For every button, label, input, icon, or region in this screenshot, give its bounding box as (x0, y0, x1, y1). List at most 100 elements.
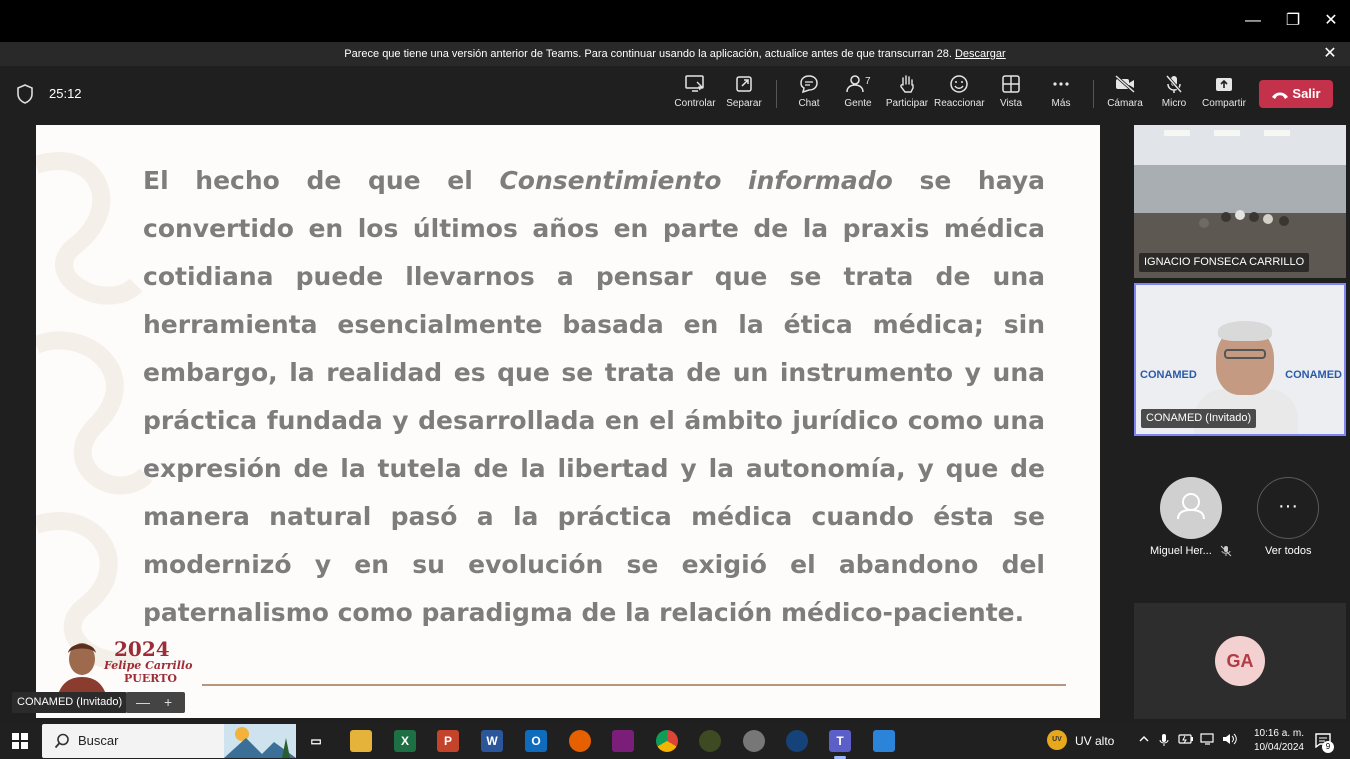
update-notice-bar: Parece que tiene una versión anterior de… (0, 42, 1350, 66)
clock-date: 10/04/2024 (1253, 742, 1304, 753)
camera-button[interactable]: Cámara (1104, 74, 1146, 118)
shield-icon[interactable] (16, 84, 34, 104)
teams-button[interactable]: T (829, 730, 851, 759)
mic-label: Micro (1161, 98, 1187, 109)
muted-mic-icon (1220, 545, 1232, 557)
conamed-logo-left: CONAMED (1140, 369, 1197, 381)
mic-button[interactable]: Micro (1156, 74, 1192, 118)
logo-name: Felipe Carrillo (104, 659, 193, 672)
chat-button[interactable]: Chat (790, 74, 828, 118)
download-link[interactable]: Descargar (955, 48, 1006, 60)
participant-tile-ga[interactable]: GA (1134, 603, 1346, 719)
close-notice-icon[interactable]: ✕ (1320, 42, 1340, 66)
misc-app-button[interactable] (612, 730, 634, 752)
conamed-logo-right: CONAMED (1285, 369, 1342, 381)
battery-icon[interactable] (1178, 733, 1194, 745)
slide-text-italic: Consentimiento informado (499, 166, 893, 195)
weather-text[interactable]: UV alto (1075, 734, 1114, 748)
camera-label: Cámara (1107, 98, 1143, 109)
windows-start-icon[interactable] (12, 733, 28, 749)
more-label: Más (1051, 98, 1071, 109)
clock-time: 10:16 a. m. (1253, 728, 1304, 739)
webex-button[interactable] (786, 730, 808, 752)
control-screen-icon (685, 75, 704, 92)
people-button[interactable]: 7 Gente (838, 74, 878, 118)
logo-surname: PUERTO (124, 672, 177, 685)
firefox-button[interactable] (569, 730, 591, 752)
react-button[interactable]: Reaccionar (934, 74, 985, 118)
zoom-in-button[interactable]: + (164, 692, 172, 712)
mic-off-icon (1165, 75, 1183, 93)
chevron-up-icon[interactable] (1138, 733, 1150, 745)
network-icon[interactable] (1200, 733, 1216, 745)
file-explorer-button[interactable] (350, 730, 372, 752)
see-all-button[interactable]: ··· (1257, 477, 1319, 539)
toolbar-divider (776, 80, 777, 108)
search-icon (54, 733, 69, 749)
chrome-button[interactable] (656, 730, 678, 752)
toolbar-divider-2 (1093, 80, 1094, 108)
people-icon: 7 (846, 75, 871, 93)
excel-button[interactable]: X (394, 730, 416, 752)
windows-taskbar: Buscar ▭ X P W O T UV UV alto 10:16 a. m… (0, 722, 1350, 759)
slide-divider (202, 684, 1066, 686)
more-button[interactable]: Más (1044, 74, 1078, 118)
volume-icon[interactable] (1222, 733, 1238, 745)
raise-hand-button[interactable]: Participar (884, 74, 930, 118)
participant-tile-conamed[interactable]: CONAMED CONAMED CONAMED (Invitado) (1134, 283, 1346, 436)
search-highlight-image (224, 724, 296, 758)
word-button[interactable]: W (481, 730, 503, 752)
powerpoint-button[interactable]: P (437, 730, 459, 752)
weather-uv-icon[interactable]: UV (1047, 730, 1067, 750)
share-icon (1216, 78, 1232, 91)
participant-avatar-miguel[interactable] (1160, 477, 1222, 539)
teams-meeting-window: — ❐ ✕ Parece que tiene una versión anter… (0, 0, 1350, 759)
people-label: Gente (844, 98, 872, 109)
meeting-toolbar: 25:12 Controlar Separar Chat 7 Gente Par… (0, 66, 1350, 122)
system-clock[interactable]: 10:16 a. m. 10/04/2024 (1246, 727, 1304, 755)
grid-view-icon (1002, 75, 1020, 93)
initials-avatar: GA (1215, 636, 1265, 686)
raise-hand-label: Participar (885, 98, 929, 109)
speaker-glasses (1224, 349, 1266, 359)
zoom-out-button[interactable]: — (136, 692, 150, 712)
popout-label: Separar (726, 98, 762, 109)
hangup-icon (1272, 92, 1289, 99)
minimize-button[interactable]: — (1238, 8, 1268, 34)
chat-label: Chat (798, 98, 820, 109)
close-window-button[interactable]: ✕ (1316, 8, 1346, 34)
view-button[interactable]: Vista (994, 74, 1028, 118)
view-label: Vista (999, 98, 1023, 109)
chat-icon (800, 75, 818, 94)
slide-text-rest: se haya convertido en los últimos años e… (143, 166, 1045, 627)
popout-icon (736, 76, 752, 92)
paint-app-button[interactable] (873, 730, 895, 752)
participant-tile-ignacio[interactable]: IGNACIO FONSECA CARRILLO (1134, 125, 1346, 278)
presenter-name-tag: CONAMED (Invitado) (12, 692, 128, 713)
share-button[interactable]: Compartir (1200, 74, 1248, 118)
control-button[interactable]: Controlar (672, 74, 718, 118)
popout-button[interactable]: Separar (722, 74, 766, 118)
person-icon (1177, 493, 1205, 520)
meeting-timer: 25:12 (49, 86, 82, 101)
zoom-control: — + (126, 692, 185, 713)
leave-button[interactable]: Salir (1259, 80, 1333, 108)
raise-hand-icon (900, 75, 914, 93)
control-label: Controlar (674, 98, 716, 109)
outlook-button[interactable]: O (525, 730, 547, 752)
leave-label: Salir (1292, 86, 1321, 101)
game-app-button[interactable] (699, 730, 721, 752)
more-dots-icon (1053, 82, 1069, 86)
search-placeholder: Buscar (78, 733, 119, 748)
slide-text-start: El hecho de que el (143, 166, 500, 195)
slide-paragraph: El hecho de que el Consentimiento inform… (143, 157, 1045, 637)
puzzle-app-button[interactable] (743, 730, 765, 752)
shared-slide: El hecho de que el Consentimiento inform… (36, 125, 1100, 718)
taskbar-search[interactable]: Buscar (42, 724, 296, 758)
task-view-button[interactable]: ▭ (305, 730, 327, 752)
speaker-hair (1218, 321, 1272, 341)
participant-name: CONAMED (Invitado) (1141, 409, 1257, 428)
people-count: 7 (865, 76, 871, 87)
mic-tray-icon[interactable] (1158, 733, 1170, 747)
restore-button[interactable]: ❐ (1278, 8, 1308, 34)
